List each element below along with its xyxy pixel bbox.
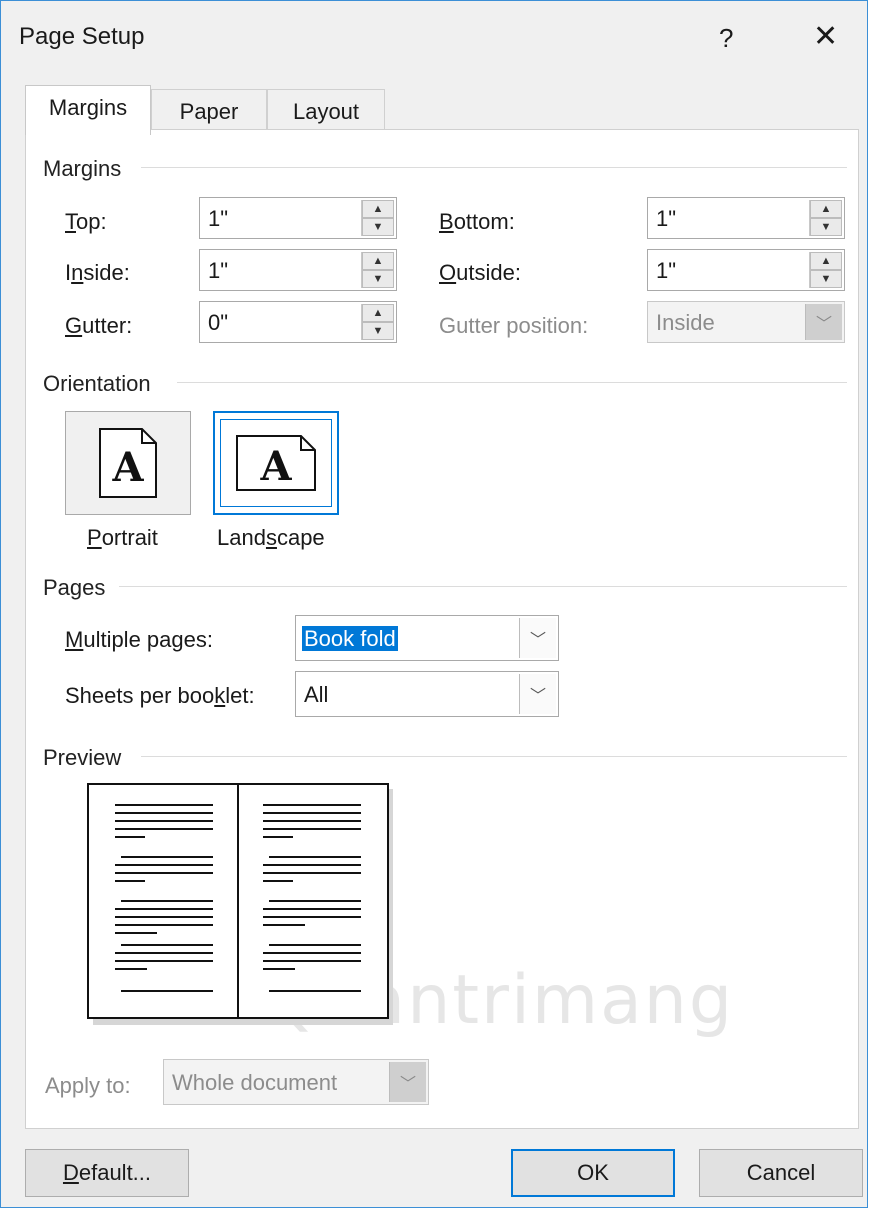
bottom-margin-field[interactable]: 1" ▲ ▼ <box>647 197 845 239</box>
cancel-button[interactable]: Cancel <box>699 1149 863 1197</box>
chevron-down-icon: ﹀ <box>389 1062 426 1102</box>
spin-down-icon[interactable]: ▼ <box>362 322 394 340</box>
chevron-down-icon[interactable]: ﹀ <box>519 674 556 714</box>
page-setup-dialog: Page Setup ? ✕ Margins Paper Layout Quan… <box>0 0 868 1208</box>
gutter-position-value: Inside <box>656 310 715 335</box>
multiple-pages-value: Book fold <box>302 626 398 651</box>
landscape-selection-frame: A <box>220 419 332 507</box>
help-icon[interactable]: ? <box>719 23 733 54</box>
landscape-page-icon: A <box>236 435 316 491</box>
section-preview-title: Preview <box>43 745 122 770</box>
bottom-margin-spinner[interactable]: ▲ ▼ <box>809 200 842 236</box>
divider <box>141 756 847 757</box>
divider <box>141 167 847 168</box>
gutter-value: 0" <box>208 310 229 335</box>
portrait-button[interactable]: A <box>65 411 191 515</box>
landscape-label: Landscape <box>217 525 325 550</box>
landscape-button[interactable]: A <box>213 411 339 515</box>
outside-margin-field[interactable]: 1" ▲ ▼ <box>647 249 845 291</box>
inside-label: Inside: <box>65 260 130 285</box>
spin-up-icon[interactable]: ▲ <box>810 200 842 218</box>
top-margin-field[interactable]: 1" ▲ ▼ <box>199 197 397 239</box>
top-margin-value: 1" <box>208 206 229 231</box>
apply-to-label: Apply to: <box>45 1073 131 1098</box>
svg-text:A: A <box>111 444 144 491</box>
sheets-per-booklet-value: All <box>304 682 329 707</box>
gutter-position-label: Gutter position: <box>439 313 589 338</box>
tab-margins[interactable]: Margins <box>25 85 151 135</box>
spin-down-icon[interactable]: ▼ <box>810 270 842 288</box>
chevron-down-icon[interactable]: ﹀ <box>519 618 556 658</box>
multiple-pages-select[interactable]: Book fold ﹀ <box>295 615 559 661</box>
preview-image <box>87 783 393 1025</box>
spin-down-icon[interactable]: ▼ <box>810 218 842 236</box>
spin-up-icon[interactable]: ▲ <box>362 304 394 322</box>
spin-up-icon[interactable]: ▲ <box>362 252 394 270</box>
section-pages-title: Pages <box>43 575 106 600</box>
svg-text:A: A <box>259 443 292 490</box>
apply-to-select: Whole document ﹀ <box>163 1059 429 1105</box>
gutter-position-select: Inside ﹀ <box>647 301 845 343</box>
gutter-field[interactable]: 0" ▲ ▼ <box>199 301 397 343</box>
portrait-label: Portrait <box>87 525 158 550</box>
divider <box>177 382 847 383</box>
bottom-margin-value: 1" <box>656 206 677 231</box>
chevron-down-icon: ﹀ <box>805 304 842 340</box>
default-button[interactable]: Default... <box>25 1149 189 1197</box>
inside-margin-field[interactable]: 1" ▲ ▼ <box>199 249 397 291</box>
sheets-per-booklet-select[interactable]: All ﹀ <box>295 671 559 717</box>
multiple-pages-label: Multiple pages: <box>65 627 213 652</box>
top-margin-spinner[interactable]: ▲ ▼ <box>361 200 394 236</box>
portrait-page-icon: A <box>99 428 157 498</box>
outside-margin-spinner[interactable]: ▲ ▼ <box>809 252 842 288</box>
section-margins-title: Margins <box>43 156 122 181</box>
dialog-title: Page Setup <box>19 23 145 50</box>
divider <box>119 586 847 587</box>
spin-down-icon[interactable]: ▼ <box>362 218 394 236</box>
bottom-label: Bottom: <box>439 209 515 234</box>
spin-up-icon[interactable]: ▲ <box>810 252 842 270</box>
gutter-spinner[interactable]: ▲ ▼ <box>361 304 394 340</box>
ok-button[interactable]: OK <box>511 1149 675 1197</box>
inside-margin-value: 1" <box>208 258 229 283</box>
outside-label: Outside: <box>439 260 521 285</box>
gutter-label: Gutter: <box>65 313 133 338</box>
top-label: Top: <box>65 209 107 234</box>
apply-to-value: Whole document <box>172 1070 338 1095</box>
spin-up-icon[interactable]: ▲ <box>362 200 394 218</box>
close-icon[interactable]: ✕ <box>813 19 838 54</box>
sheets-per-booklet-label: Sheets per booklet: <box>65 683 255 708</box>
inside-margin-spinner[interactable]: ▲ ▼ <box>361 252 394 288</box>
spin-down-icon[interactable]: ▼ <box>362 270 394 288</box>
outside-margin-value: 1" <box>656 258 677 283</box>
section-orientation-title: Orientation <box>43 371 151 396</box>
